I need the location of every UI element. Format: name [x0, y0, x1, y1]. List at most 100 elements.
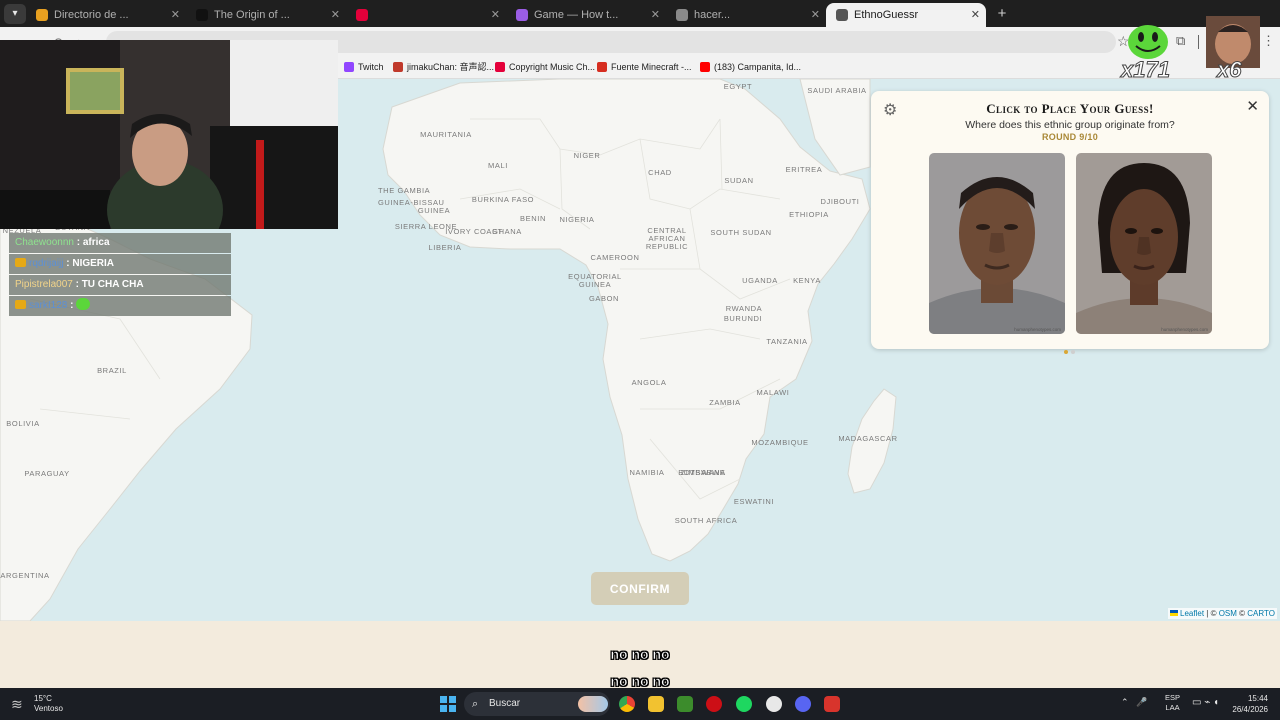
female-face-portrait	[1076, 153, 1212, 334]
face-image-male[interactable]: humanphenotypes.com	[929, 153, 1065, 334]
carousel-dot[interactable]	[1071, 350, 1075, 354]
file-explorer-icon[interactable]	[648, 696, 664, 712]
map-country-label: ETHIOPIA	[789, 210, 829, 219]
bookmark-label: (183) Campanita, Id...	[714, 62, 802, 72]
tab-close-icon[interactable]: ✕	[971, 3, 980, 27]
map-country-label: EQUATORIAL GUINEA	[568, 272, 622, 289]
map-country-label: MAURITANIA	[420, 130, 472, 139]
chat-username[interactable]: rqdrijaijj	[29, 258, 63, 269]
tab-close-icon[interactable]: ✕	[491, 3, 500, 27]
carousel-dots	[1064, 341, 1078, 359]
bookmark-item[interactable]: Copyright Music Ch...	[495, 61, 595, 73]
browser-menu-icon[interactable]: ⋮	[1262, 33, 1275, 49]
spotify-icon[interactable]	[736, 696, 752, 712]
bookmark-label: jimakuChan: 音声認...	[407, 62, 495, 72]
browser-tab[interactable]: Game — How t... ✕	[506, 3, 666, 27]
map-country-label: RWANDA	[725, 304, 763, 313]
green-emote-icon	[1128, 25, 1168, 59]
stream-chat: Chaewoonnn : africa rqdrijaijj : NIGERIA P…	[9, 233, 231, 317]
sub-badge-icon	[15, 258, 26, 267]
bookmark-item[interactable]: Twitch	[344, 61, 384, 73]
network-volume-icons[interactable]: ▭ ⌁ ◖	[1192, 697, 1219, 708]
browser-tab[interactable]: The Origin of ... ✕	[186, 3, 346, 27]
map-country-label: DJIBOUTI	[820, 197, 860, 206]
tab-title: hacer...	[694, 9, 731, 21]
map-country-label: ZIMBABWE	[680, 468, 726, 477]
wind-weather-icon[interactable]: ≋	[11, 696, 23, 713]
male-face-portrait	[929, 153, 1065, 334]
panel-subtitle: Where does this ethnic group originate f…	[965, 119, 1175, 131]
chat-username[interactable]: sarkI128	[29, 300, 67, 311]
toolbar-divider	[1198, 35, 1199, 49]
tab-close-icon[interactable]: ✕	[651, 3, 660, 27]
voicemeeter-icon[interactable]	[824, 696, 840, 712]
browser-tab[interactable]: hacer... ✕	[666, 3, 826, 27]
map-country-label: ARGENTINA	[0, 571, 50, 580]
map-country-label: GABON	[588, 294, 620, 303]
obs-icon[interactable]	[766, 696, 782, 712]
image-watermark: humanphenotypes.com	[1161, 327, 1208, 332]
browser-tab[interactable]: ✕	[346, 3, 506, 27]
map-country-label: GUINEA-BISSAU	[378, 198, 445, 207]
tab-close-icon[interactable]: ✕	[811, 3, 820, 27]
map-country-label: UGANDA	[742, 276, 778, 285]
browser-tab[interactable]: Directorio de ... ✕	[26, 3, 186, 27]
input-language[interactable]: ESP LAA	[1165, 693, 1180, 713]
chat-username[interactable]: Pipistrela007	[15, 279, 73, 290]
tab-close-icon[interactable]: ✕	[331, 3, 340, 27]
tab-list: Directorio de ... ✕ The Origin of ... ✕ ✕ Gam…	[26, 0, 986, 27]
discord-icon[interactable]	[795, 696, 811, 712]
tab-title: EthnoGuessr	[854, 9, 919, 21]
tab-title: Game — How t...	[534, 9, 619, 21]
map-country-label: THE GAMBIA	[378, 186, 431, 195]
tab-close-icon[interactable]: ✕	[171, 3, 180, 27]
language-code: ESP	[1165, 693, 1181, 702]
carto-link[interactable]: CARTO	[1247, 609, 1275, 618]
leaflet-link[interactable]: Leaflet	[1180, 609, 1204, 618]
carousel-dot-active[interactable]	[1064, 350, 1068, 354]
tab-title: Directorio de ...	[54, 9, 129, 21]
windows-taskbar: ≋ 15°C Ventoso ⌕ Buscar ⌃ 🎤 ESP LAA ▭ ⌁ …	[0, 688, 1280, 720]
map-attribution: Leaflet | © OSM © CARTO	[1168, 608, 1277, 619]
chat-message: Chaewoonnn : africa	[9, 233, 231, 253]
bookmark-label: Twitch	[358, 62, 384, 72]
extensions-icon[interactable]: ⧉	[1176, 33, 1185, 49]
chat-separator: :	[73, 237, 83, 248]
map-country-label: EGYPT	[723, 82, 753, 91]
subtitle-line-1: no no no	[610, 646, 670, 663]
map-country-label: SUDAN	[724, 176, 754, 185]
tab-search-button[interactable]: ▾	[4, 3, 26, 24]
map-country-label: ERITREA	[785, 165, 823, 174]
chrome-icon[interactable]	[619, 696, 635, 712]
browser-tab[interactable]: EthnoGuessr ✕	[826, 3, 986, 27]
search-highlight-icon[interactable]	[578, 696, 608, 712]
system-tray-icons[interactable]: ⌃ 🎤	[1121, 697, 1147, 708]
map-country-label: SOUTH SUDAN	[710, 228, 772, 237]
taskbar-clock[interactable]: 15:44 26/4/2026	[1232, 693, 1268, 715]
bookmark-item[interactable]: jimakuChan: 音声認...	[393, 61, 494, 73]
windows-start-icon[interactable]	[440, 696, 456, 712]
bookmark-favicon-icon	[495, 62, 505, 72]
new-tab-button[interactable]: +	[992, 4, 1012, 24]
opera-icon[interactable]	[706, 696, 722, 712]
round-indicator: ROUND 9/10	[1041, 132, 1098, 142]
tab-favicon-icon	[836, 9, 848, 21]
chat-message: Pipistrela007 : TU CHA CHA	[9, 275, 231, 295]
map-country-label: BURUNDI	[723, 314, 763, 323]
chat-separator: :	[72, 279, 82, 290]
map-country-label: BURKINA FASO	[471, 195, 535, 204]
weather-widget[interactable]: 15°C Ventoso	[34, 694, 63, 714]
face-image-female[interactable]: humanphenotypes.com	[1076, 153, 1212, 334]
bookmark-favicon-icon	[393, 62, 403, 72]
africa-landmass	[382, 79, 871, 562]
bookmark-item[interactable]: Fuente Minecraft -...	[597, 61, 692, 73]
osm-link[interactable]: OSM	[1219, 609, 1237, 618]
chat-text: africa	[82, 237, 110, 248]
map-country-label: NIGERIA	[559, 215, 595, 224]
map-country-label: GHANA	[492, 227, 522, 236]
confirm-button[interactable]: CONFIRM	[591, 572, 689, 605]
xbox-icon[interactable]	[677, 696, 693, 712]
chat-username[interactable]: Chaewoonnn	[15, 237, 74, 248]
map-country-label: NIGER	[573, 151, 601, 160]
bookmark-item[interactable]: (183) Campanita, Id...	[700, 61, 801, 73]
